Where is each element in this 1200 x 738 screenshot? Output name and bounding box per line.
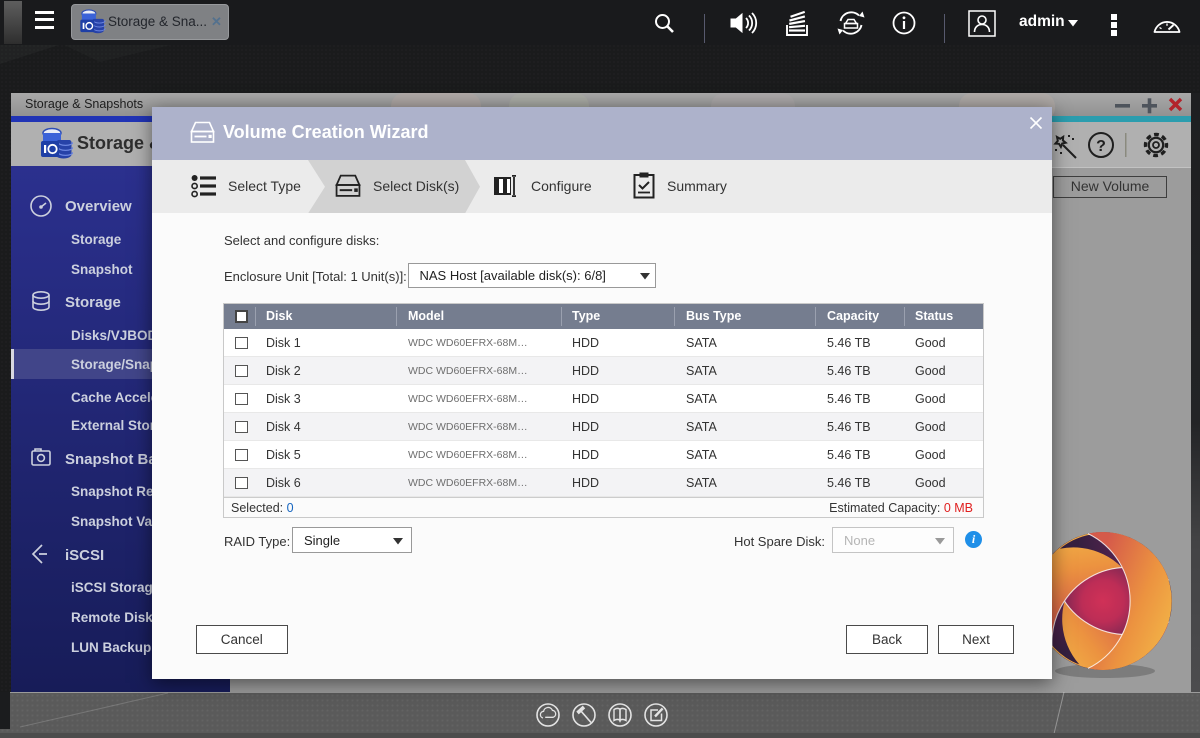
svg-text:?: ? [1096,138,1106,155]
